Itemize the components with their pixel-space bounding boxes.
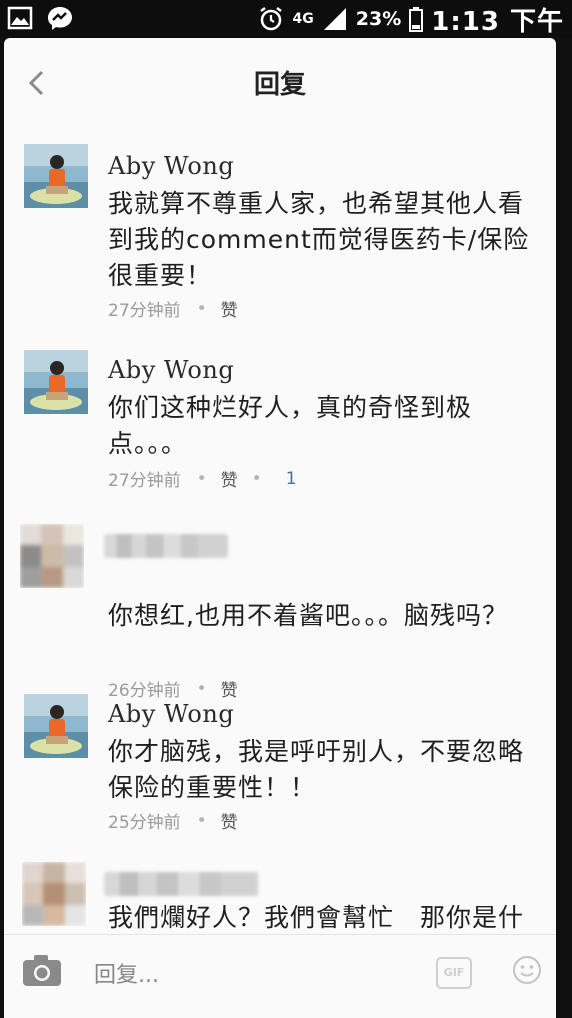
battery-percent: 23% — [355, 8, 402, 30]
comment-time: 25分钟前 — [108, 813, 181, 833]
commenter-name[interactable]: Aby Wong — [108, 700, 234, 728]
avatar[interactable] — [24, 350, 88, 414]
comment-meta: 27分钟前 • 赞 • 1 — [108, 466, 297, 492]
page-title: 回复 — [253, 70, 306, 100]
battery-icon — [409, 7, 424, 32]
comment-item: Aby Wong 我就算不尊重人家，也希望其他人看到我的comment而觉得医药… — [4, 142, 556, 322]
separator-dot: • — [196, 298, 207, 319]
commenter-name-blurred[interactable] — [104, 534, 228, 558]
gif-icon[interactable]: GIF — [436, 957, 472, 989]
avatar[interactable] — [24, 144, 88, 208]
like-count[interactable]: 1 — [286, 469, 297, 489]
comment-item: Aby Wong 你才脑残，我是呼吁别人，不要忽略保险的重要性！！ 25分钟前 … — [4, 690, 556, 840]
camera-icon[interactable] — [22, 953, 62, 987]
like-button[interactable]: 赞 — [221, 808, 238, 833]
comment-meta: 25分钟前 • 赞 — [108, 808, 238, 834]
reply-composer: 回复... GIF — [4, 934, 556, 1018]
avatar-blurred[interactable] — [20, 524, 84, 588]
avatar[interactable] — [24, 694, 88, 758]
comment-meta: 27分钟前 • 赞 — [108, 296, 238, 322]
comment-time: 27分钟前 — [108, 471, 181, 491]
comment-item: 我們爛好人？我們會幫忙 那你是什 — [4, 856, 556, 936]
separator-dot: • — [196, 468, 207, 489]
signal-icon — [323, 8, 346, 30]
commenter-name[interactable]: Aby Wong — [108, 356, 234, 384]
clock: 1:13 下午 — [431, 6, 564, 37]
commenter-name[interactable]: Aby Wong — [108, 152, 234, 180]
comment-text: 我就算不尊重人家，也希望其他人看到我的comment而觉得医药卡/保险很重要！ — [108, 189, 530, 290]
header: 回复 — [4, 38, 556, 130]
comment-time: 27分钟前 — [108, 301, 181, 321]
comment-item: Aby Wong 你们这种烂好人，真的奇怪到极点。。。 27分钟前 • 赞 • … — [4, 346, 556, 506]
network-type: 4G — [292, 11, 314, 27]
reply-input[interactable]: 回复... — [94, 957, 159, 989]
comment-text: 你们这种烂好人，真的奇怪到极点。。。 — [108, 393, 473, 458]
commenter-name-blurred[interactable] — [104, 872, 258, 896]
like-button[interactable]: 赞 — [221, 466, 238, 491]
avatar-blurred[interactable] — [22, 862, 86, 926]
reply-panel: 回复 Aby Wong 我就算不尊重人家，也希望其他人看到我的comment而觉… — [4, 38, 556, 1018]
gallery-icon — [7, 6, 33, 30]
separator-dot: • — [251, 468, 262, 489]
comment-text: 你才脑残，我是呼吁别人，不要忽略保险的重要性！！ — [108, 737, 525, 802]
status-bar: 4G 23% 1:13 下午 — [0, 0, 572, 38]
alarm-icon — [259, 7, 282, 31]
smiley-icon[interactable] — [512, 955, 542, 985]
like-button[interactable]: 赞 — [221, 296, 238, 321]
comment-text: 我們爛好人？我們會幫忙 那你是什 — [108, 903, 525, 932]
separator-dot: • — [196, 810, 207, 831]
messenger-icon — [48, 7, 72, 30]
comment-item: 你想红,也用不着酱吧。。。脑残吗？ 26分钟前 • 赞 — [4, 520, 556, 701]
comment-text: 你想红,也用不着酱吧。。。脑残吗？ — [108, 601, 508, 630]
